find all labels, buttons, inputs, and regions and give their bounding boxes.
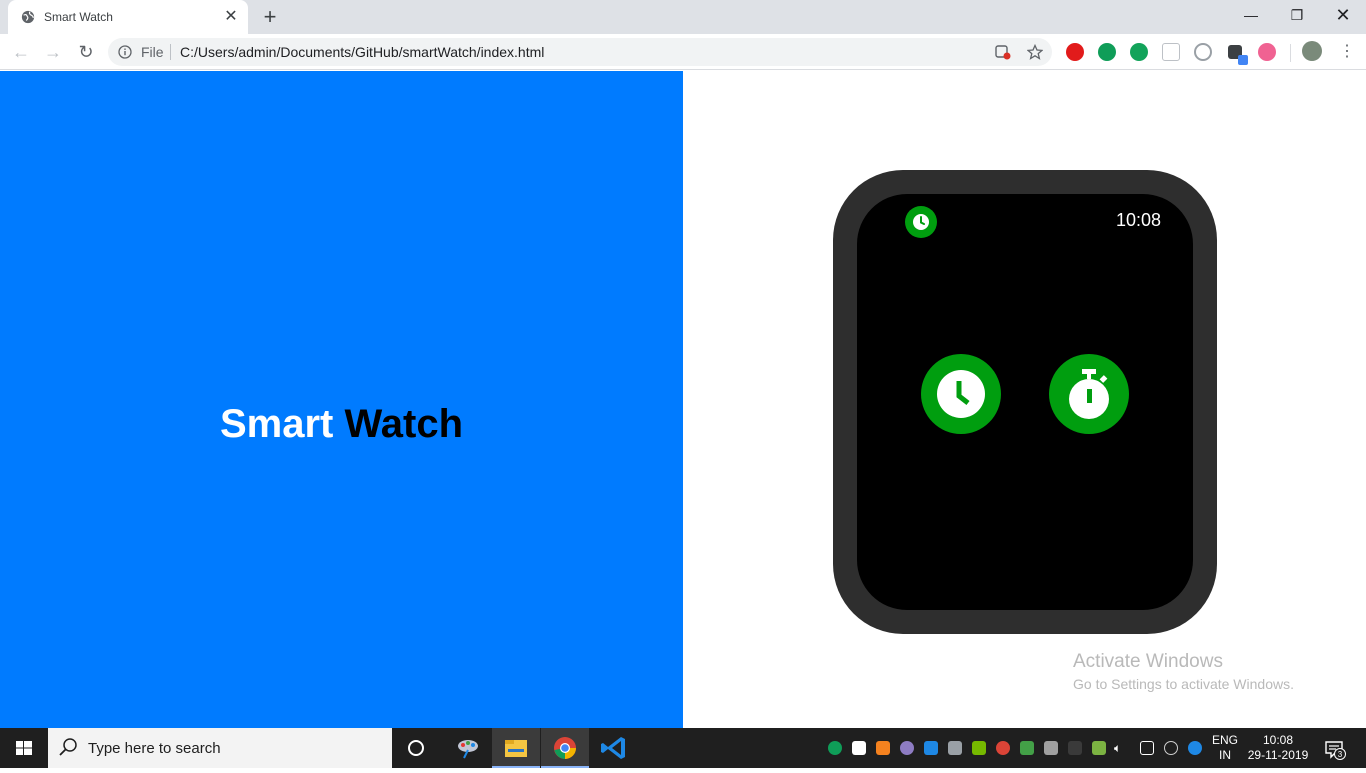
- page-title: Smart Watch: [0, 400, 683, 448]
- tray-hidden-icon[interactable]: [1068, 741, 1082, 755]
- tab-strip: Smart Watch ✕ + — ❐ ✕: [0, 0, 1366, 34]
- picker-badge: [1238, 55, 1248, 65]
- vscode-icon: [601, 737, 625, 759]
- tray-chrome-icon[interactable]: [996, 741, 1010, 755]
- menu-kebab-icon[interactable]: ⋮: [1335, 40, 1359, 64]
- page-extension-icon[interactable]: [1162, 43, 1180, 61]
- address-bar[interactable]: File C:/Users/admin/Documents/GitHub/sma…: [108, 38, 1052, 66]
- browser-toolbar: ← → ↻ File C:/Users/admin/Documents/GitH…: [0, 34, 1366, 70]
- watermark-subtitle: Go to Settings to activate Windows.: [1073, 676, 1294, 692]
- taskbar-clock[interactable]: 10:08 29-11-2019: [1244, 733, 1312, 763]
- clock-icon: [937, 370, 985, 418]
- folder-icon: [505, 740, 527, 757]
- tray-chat-icon[interactable]: [828, 741, 842, 755]
- clock-date: 29-11-2019: [1247, 748, 1309, 762]
- search-icon: [59, 738, 77, 756]
- right-panel: 10:08: [683, 71, 1366, 728]
- bluetooth-icon[interactable]: [1188, 741, 1202, 755]
- close-window-button[interactable]: ✕: [1320, 0, 1366, 30]
- paint-icon: [458, 740, 478, 759]
- url-text[interactable]: C:/Users/admin/Documents/GitHub/smartWat…: [180, 44, 544, 60]
- tray-swirl-icon[interactable]: [900, 741, 914, 755]
- profile-avatar[interactable]: [1302, 41, 1322, 61]
- tray-network-drive-icon[interactable]: [948, 741, 962, 755]
- status-clock-icon: [905, 206, 937, 238]
- restore-button[interactable]: ❐: [1274, 0, 1320, 30]
- notification-count: 3: [1338, 750, 1343, 759]
- clock-app-button[interactable]: [921, 354, 1001, 434]
- clock-time: 10:08: [1262, 733, 1294, 747]
- watch-body: 10:08: [833, 170, 1217, 634]
- tray-edit-icon[interactable]: [924, 741, 938, 755]
- tray-shield-icon[interactable]: [852, 741, 866, 755]
- back-button[interactable]: ←: [9, 40, 33, 64]
- tray-check-icon[interactable]: [1020, 741, 1034, 755]
- watermark-title: Activate Windows: [1073, 651, 1223, 672]
- stopwatch-icon: [1069, 369, 1109, 419]
- minimize-button[interactable]: —: [1228, 0, 1274, 30]
- browser-tab[interactable]: Smart Watch ✕: [8, 0, 248, 34]
- info-icon[interactable]: [118, 45, 132, 59]
- chat-extension-icon[interactable]: [1098, 43, 1116, 61]
- tray-nvidia-icon[interactable]: [972, 741, 986, 755]
- language-indicator[interactable]: ENG IN: [1211, 733, 1239, 763]
- toolbar-divider: [1290, 44, 1291, 62]
- taskbar-search-box[interactable]: Type here to search: [48, 728, 392, 768]
- volume-icon[interactable]: 🔈︎: [1114, 741, 1128, 755]
- taskbar-app-paint[interactable]: [444, 728, 492, 768]
- language-code: ENG: [1211, 733, 1238, 747]
- tray-user-icon[interactable]: [1092, 741, 1106, 755]
- taskbar-app-file-explorer[interactable]: [492, 728, 540, 768]
- tab-close-icon[interactable]: ✕: [222, 8, 240, 26]
- globe-icon: [21, 10, 35, 24]
- chrome-icon: [554, 737, 576, 759]
- watch-screen: 10:08: [857, 194, 1193, 610]
- windows-logo-icon: [16, 741, 32, 755]
- file-chip: File: [141, 44, 164, 60]
- translate-blocked-icon[interactable]: [995, 44, 1011, 60]
- taskbar-app-vscode[interactable]: [590, 728, 638, 768]
- adblock-extension-icon[interactable]: [1066, 43, 1084, 61]
- left-panel: Smart Watch: [0, 71, 683, 728]
- notification-icon: 3: [1325, 741, 1346, 760]
- bookmark-star-icon[interactable]: [1027, 44, 1043, 60]
- tray-mcafee-icon[interactable]: [1044, 741, 1058, 755]
- cart-extension-icon[interactable]: [1130, 43, 1148, 61]
- stopwatch-app-button[interactable]: [1049, 354, 1129, 434]
- cortana-ring-icon: [408, 740, 424, 756]
- watch-time: 10:08: [1115, 210, 1161, 230]
- activation-watermark: Activate Windows Go to Settings to activ…: [1073, 651, 1294, 694]
- cortana-button[interactable]: [392, 728, 440, 768]
- page-content: Smart Watch 10:08: [0, 71, 1366, 728]
- search-placeholder: Type here to search: [88, 740, 221, 757]
- new-tab-button[interactable]: +: [258, 6, 282, 30]
- reload-button[interactable]: ↻: [74, 40, 98, 64]
- wifi-icon[interactable]: [1164, 741, 1178, 755]
- title-word-watch: Watch: [344, 402, 464, 446]
- windows-taskbar: Type here to search 🔈︎ ENG IN 10:08 29-1…: [0, 728, 1366, 768]
- cat-extension-icon[interactable]: [1258, 43, 1276, 61]
- forward-button[interactable]: →: [41, 40, 65, 64]
- display-icon[interactable]: [1140, 741, 1154, 755]
- compass-extension-icon[interactable]: [1194, 43, 1212, 61]
- start-button[interactable]: [0, 728, 48, 768]
- notification-center-button[interactable]: 3: [1322, 737, 1346, 761]
- tray-avast-icon[interactable]: [876, 741, 890, 755]
- taskbar-app-chrome[interactable]: [541, 728, 589, 768]
- region-code: IN: [1219, 748, 1231, 762]
- title-word-smart: Smart: [219, 402, 334, 446]
- tab-title: Smart Watch: [44, 10, 113, 24]
- address-separator: [170, 44, 171, 60]
